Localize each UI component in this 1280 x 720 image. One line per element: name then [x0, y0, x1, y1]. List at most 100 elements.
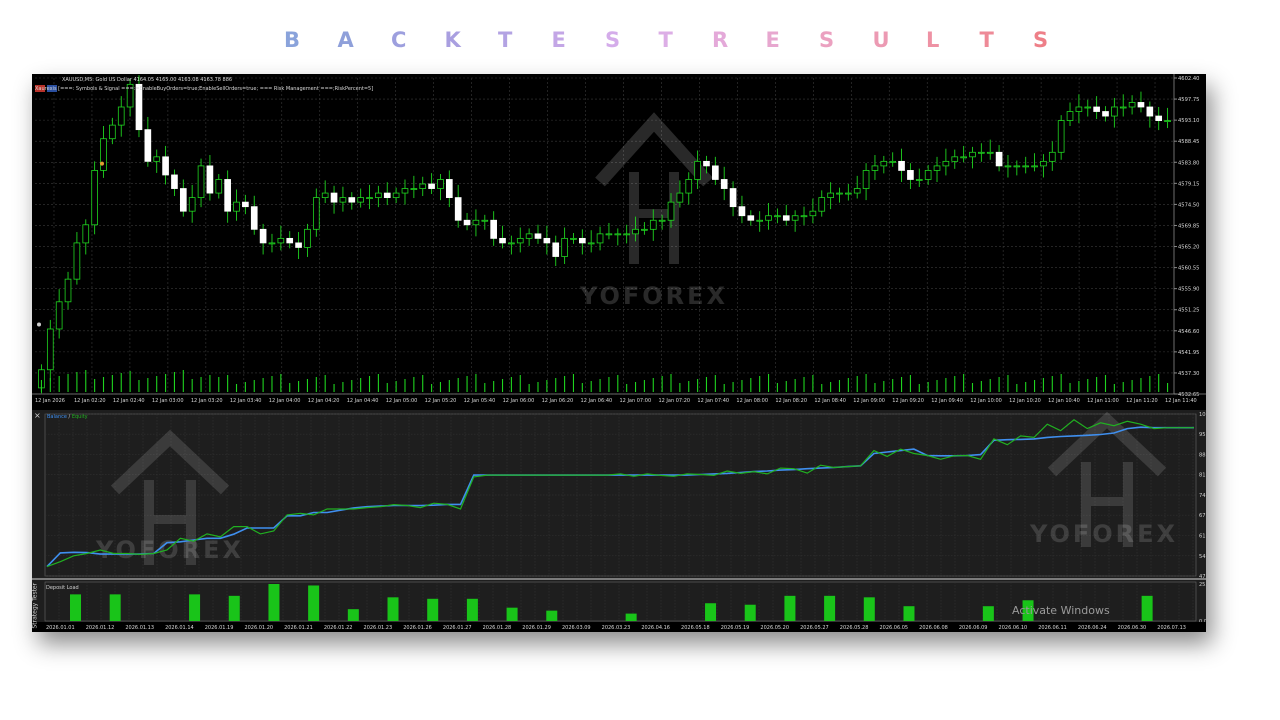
deposit-bar — [705, 603, 717, 621]
candle — [188, 197, 196, 212]
x-tick-label: 12 Jan 04:40 — [347, 398, 379, 404]
y-tick-label: 540 — [1199, 554, 1206, 560]
candle — [685, 179, 693, 194]
candle — [1022, 165, 1030, 168]
x-tick-label: 12 Jan 07:00 — [620, 398, 652, 404]
x-tick-label: 12 Jan 06:00 — [503, 398, 535, 404]
date-tick-label: 2026.01.26 — [403, 625, 432, 631]
balance-equity-chart-svg: YOFOREXYOFOREX10259568878187486796105404… — [32, 411, 1206, 632]
x-tick-label: 12 Jan 07:40 — [697, 398, 729, 404]
candle — [525, 233, 533, 239]
candle — [960, 156, 967, 159]
candle — [969, 151, 976, 158]
y-tick-label: 4541.95 — [1178, 350, 1199, 356]
candle — [747, 215, 755, 221]
candle — [197, 165, 205, 199]
deposit-bar — [347, 609, 359, 621]
candle — [658, 219, 666, 222]
candle — [703, 160, 710, 167]
candle — [845, 192, 852, 195]
price-chart[interactable]: YOFOREX 4602.40 4597.75 4593.10 4588.45 4583.… — [32, 74, 1206, 406]
date-tick-label: 2026.01.14 — [165, 625, 194, 631]
deposit-bar — [228, 595, 240, 621]
candle — [1013, 165, 1021, 168]
y-tick-label: 4560.55 — [1178, 266, 1199, 272]
candle — [153, 156, 161, 162]
x-tick-label: 12 Jan 10:00 — [970, 398, 1002, 404]
deposit-bar — [546, 610, 558, 621]
candle — [375, 192, 382, 199]
deposit-bar — [387, 597, 399, 621]
y-tick-label: 4565.20 — [1178, 245, 1199, 251]
date-tick-label: 2026.05.28 — [840, 625, 869, 631]
candle — [729, 188, 737, 208]
candle — [552, 242, 560, 257]
watermark-bar — [144, 515, 196, 524]
x-tick-label: 12 Jan 09:40 — [931, 398, 963, 404]
candle — [401, 188, 409, 194]
x-tick-label: 12 Jan 05:20 — [425, 398, 457, 404]
candle — [907, 170, 914, 180]
candle — [357, 197, 364, 203]
candle — [623, 233, 630, 236]
date-tick-label: 2026.06.30 — [1118, 625, 1147, 631]
y-tick-label: 748 — [1199, 493, 1206, 499]
watermark-text: YOFOREX — [1029, 520, 1178, 548]
deposit-load-label: Deposit Load — [46, 585, 79, 591]
candle — [55, 301, 63, 330]
title-letter: R — [712, 28, 729, 52]
date-tick-label: 2026.01.29 — [522, 625, 551, 631]
candle — [1137, 102, 1145, 108]
deposit-bar — [625, 613, 637, 621]
x-tick-label: 12 Jan 2026 — [35, 398, 65, 404]
date-tick-label: 2026.06.08 — [919, 625, 948, 631]
candle — [366, 197, 373, 200]
candle — [312, 197, 320, 230]
candle — [605, 233, 613, 236]
candle — [933, 165, 941, 171]
date-axis: 2026.01.01 2026.01.12 2026.01.13 2026.01.14… — [46, 625, 1186, 631]
candle — [836, 192, 843, 195]
date-tick-label: 2026.07.13 — [1157, 625, 1186, 631]
x-tick-label: 12 Jan 11:20 — [1126, 398, 1158, 404]
deposit-bar — [824, 595, 836, 621]
x-tick-label: 12 Jan 09:00 — [853, 398, 885, 404]
candle — [1155, 115, 1163, 121]
date-tick-label: 2026.01.13 — [125, 625, 154, 631]
date-tick-label: 2026.01.21 — [284, 625, 313, 631]
candle — [738, 206, 746, 217]
deposit-bar — [982, 606, 994, 621]
date-tick-label: 2026.06.09 — [959, 625, 988, 631]
date-tick-label: 2026.01.22 — [324, 625, 353, 631]
candle — [206, 165, 214, 194]
x-tick-label: 12 Jan 09:20 — [892, 398, 924, 404]
date-tick-label: 2026.05.19 — [721, 625, 750, 631]
x-tick-label: 12 Jan 11:40 — [1165, 398, 1197, 404]
y-tick-label: 4579.15 — [1178, 181, 1199, 187]
legend-equity: Equity — [71, 414, 88, 420]
candle — [676, 192, 684, 203]
close-icon[interactable]: × — [34, 411, 41, 420]
y-tick-label: 1025 — [1199, 412, 1206, 418]
candle — [171, 174, 178, 189]
date-tick-label: 2026.01.23 — [364, 625, 393, 631]
candle — [304, 228, 311, 248]
date-tick-label: 2026.01.12 — [86, 625, 115, 631]
candle — [233, 201, 240, 212]
candle — [1075, 106, 1083, 112]
candle — [82, 224, 90, 244]
candle — [986, 151, 994, 154]
candle — [1111, 106, 1118, 117]
y-tick-label: 4537.30 — [1178, 371, 1199, 377]
candle — [827, 192, 834, 199]
candle — [800, 215, 808, 218]
candle — [880, 160, 888, 167]
candle — [694, 160, 701, 180]
strategy-tester-panel[interactable]: YOFOREXYOFOREX10259568878187486796105404… — [32, 410, 1206, 632]
candle — [179, 188, 187, 212]
candle — [667, 201, 675, 221]
y-tick-label: 4593.10 — [1178, 118, 1199, 124]
title-letter: L — [926, 28, 940, 52]
candle — [46, 328, 54, 371]
date-tick-label: 2026.05.18 — [681, 625, 710, 631]
